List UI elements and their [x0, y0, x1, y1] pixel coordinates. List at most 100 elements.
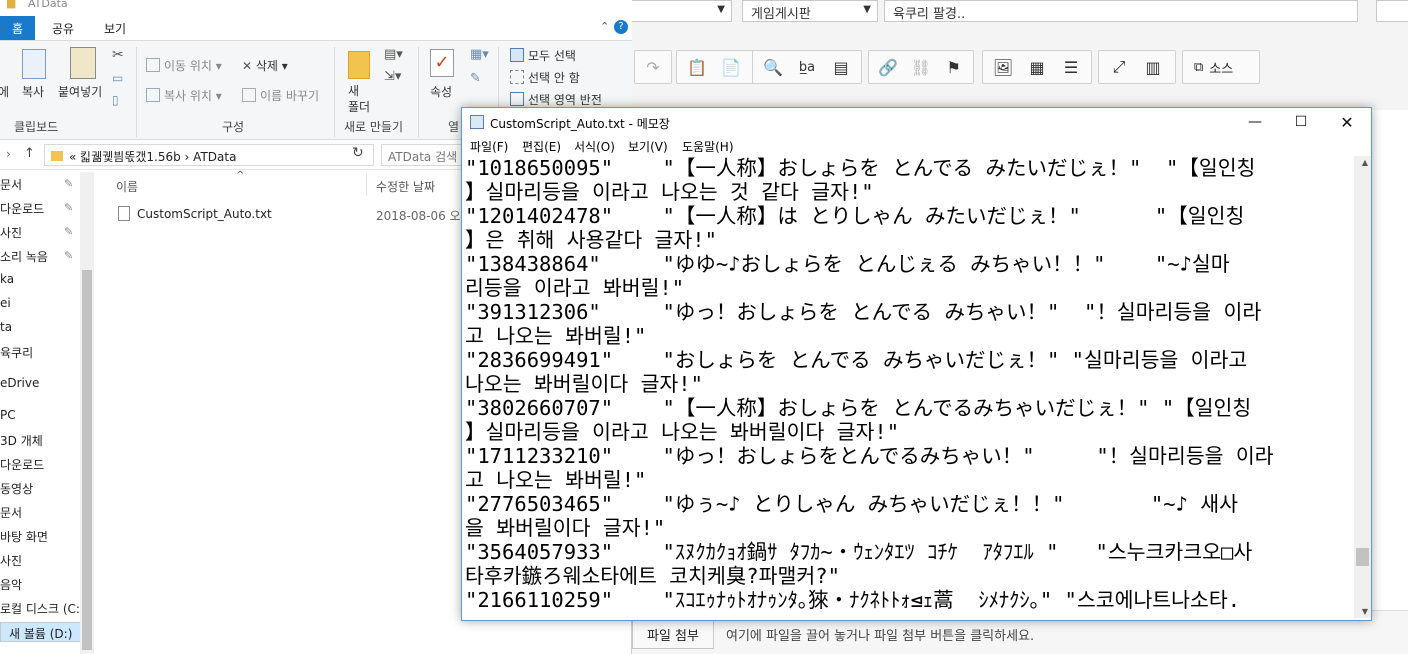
notepad-text-area[interactable]: "1018650095" "【一人称】おしょらを とんでる みたいだじぇ！" "…	[464, 156, 1352, 618]
attach-file-button[interactable]: 파일 첨부	[632, 619, 714, 649]
spellcheck-icon[interactable]: ▤	[826, 53, 856, 81]
editor-right-control[interactable]	[1376, 0, 1408, 22]
up-arrow-icon[interactable]: ↑	[24, 146, 35, 161]
nav-item[interactable]: 사진 ✎	[0, 224, 90, 244]
notepad-line: 】실마리등을 이라고 나오는 것 같다 글자!"	[465, 180, 874, 204]
close-icon[interactable]: ✕	[1324, 108, 1370, 136]
menu-view[interactable]: 보기(V)	[628, 138, 668, 155]
nav-item[interactable]: 사진	[0, 552, 90, 572]
column-name[interactable]: 이름	[116, 178, 138, 195]
maximize-icon[interactable]: ☐	[1278, 108, 1324, 136]
tab-share[interactable]: 공유	[40, 16, 86, 41]
properties-icon: ✓	[430, 49, 454, 77]
notepad-line: 타후카鏃ろ웨소타에트 코치케臭?파맬커?"	[465, 564, 840, 588]
nav-item[interactable]: 다운로드	[0, 456, 90, 476]
nav-scrollbar-thumb[interactable]	[82, 270, 92, 650]
tab-view[interactable]: 보기	[92, 16, 138, 41]
notepad-titlebar[interactable]: CustomScript_Auto.txt - 메모장 — ☐ ✕	[462, 108, 1371, 136]
nav-item[interactable]: 문서	[0, 504, 90, 524]
nav-item[interactable]: 3D 개체	[0, 432, 90, 452]
menu-format[interactable]: 서식(O)	[574, 138, 615, 155]
notepad-line: "1018650095" "【一人称】おしょらを とんでる みたいだじぇ！" "…	[465, 156, 1256, 180]
new-folder-icon	[348, 51, 370, 79]
refresh-icon[interactable]: ↻	[352, 145, 364, 161]
scroll-down-icon[interactable]: ▼	[1362, 607, 1368, 616]
help-icon[interactable]: ?	[614, 20, 628, 34]
back-arrow-icon[interactable]: ›	[6, 147, 11, 161]
nav-item[interactable]: 로컬 디스크 (C:)	[0, 600, 90, 620]
new-item-icon[interactable]: ▤▾	[384, 47, 403, 62]
menu-help[interactable]: 도움말(H)	[682, 138, 734, 155]
menu-edit[interactable]: 편집(E)	[522, 138, 561, 155]
nav-item[interactable]: eDrive	[0, 376, 90, 396]
properties-button[interactable]: 속성	[430, 83, 452, 100]
paste-text-icon[interactable]: 📄	[716, 53, 746, 81]
breadcrumb[interactable]: « 킯궮궻븸똓갰1.56b › ATData	[44, 144, 374, 166]
maximize-icon[interactable]: ⤢	[1104, 53, 1134, 81]
post-title-input[interactable]: 육쿠리 팔경..	[884, 0, 1358, 22]
easy-access-icon[interactable]: ⇲▾	[384, 69, 401, 84]
sort-up-icon: ^	[236, 170, 245, 181]
replace-icon[interactable]: b̲a	[792, 53, 822, 81]
anchor-flag-icon[interactable]: ⚑	[939, 53, 968, 81]
scroll-up-icon[interactable]: ▲	[1362, 158, 1368, 167]
notepad-line: 】은 취해 사용같다 글자!"	[465, 228, 717, 252]
redo-icon[interactable]: ↷	[640, 53, 666, 81]
notepad-line: "2776503465" "ゆぅ~♪ とりしゃん みちゃいだじぇ！！" "~♪ …	[465, 492, 1239, 516]
copy-button[interactable]: 복사	[22, 83, 44, 100]
file-modified: 2018-08-06 오	[376, 209, 461, 223]
delete-x-icon: ✕	[242, 59, 253, 73]
invert-selection-button[interactable]: 선택 영역 반전	[510, 91, 602, 108]
notepad-menubar: 파일(F) 편집(E) 서식(O) 보기(V) 도움말(H)	[462, 136, 1371, 156]
blocks-icon[interactable]: ▥	[1138, 53, 1168, 81]
editor-select-blank[interactable]: ▼	[626, 0, 732, 22]
paste-button[interactable]: 붙여넣기	[58, 83, 102, 100]
category-select[interactable]: 게임게시판 ▼	[742, 0, 878, 22]
select-none-button[interactable]: 선택 안 함	[510, 69, 580, 86]
paste-icon[interactable]: 📋	[682, 53, 712, 81]
nav-item[interactable]: PC	[0, 408, 90, 428]
source-button[interactable]: ⧉ 소스	[1188, 53, 1239, 81]
nav-item[interactable]: 다운로드 ✎	[0, 200, 90, 220]
tab-home[interactable]: 홈	[0, 16, 36, 41]
notepad-line: "1201402478" "【一人称】は とりしゃん みたいだじぇ！" "【일인…	[465, 204, 1245, 228]
notepad-line: "391312306" "ゆっ！おしょらを とんでる みちゃい！" "！실마리등…	[465, 300, 1262, 324]
collapse-ribbon-icon[interactable]: ⌃	[600, 20, 609, 33]
image-icon[interactable]: 🖼	[988, 53, 1018, 81]
link-icon[interactable]: 🔗	[874, 53, 903, 81]
menu-file[interactable]: 파일(F)	[470, 138, 508, 155]
table-icon[interactable]: ▦	[1022, 53, 1052, 81]
nav-item[interactable]: 동영상	[0, 480, 90, 500]
rename-icon	[242, 88, 256, 102]
rename-button[interactable]: 이름 바꾸기	[242, 87, 319, 104]
copy-to-button[interactable]: 복사 위치 ▾	[146, 87, 222, 104]
nav-item[interactable]: 소리 녹음 ✎	[0, 248, 90, 268]
nav-item[interactable]: ka	[0, 272, 90, 292]
group-organize: 구성	[222, 120, 245, 134]
open-icon[interactable]: ▦▾	[470, 47, 489, 62]
nav-item[interactable]: ei	[0, 296, 90, 316]
nav-item[interactable]: 육쿠리	[0, 344, 90, 364]
nav-item[interactable]: 문서 ✎	[0, 176, 90, 196]
toolbar-links: 🔗 ⛓ ⚑	[868, 50, 974, 84]
editor-scrollbar[interactable]	[1368, 110, 1408, 610]
horizontal-rule-icon[interactable]: ☰	[1056, 53, 1086, 81]
edit-icon[interactable]: ✎	[470, 71, 481, 86]
group-open: 열	[448, 120, 460, 134]
nav-item[interactable]: 바탕 화면	[0, 528, 90, 548]
nav-item-selected[interactable]: 새 볼륨 (D:)	[0, 622, 90, 642]
paste-shortcut-icon[interactable]: ▯	[112, 93, 119, 107]
minimize-icon[interactable]: —	[1232, 108, 1278, 136]
move-to-button[interactable]: 이동 위치 ▾	[146, 57, 222, 74]
column-modified[interactable]: 수정한 날짜	[376, 178, 435, 195]
new-folder-button[interactable]: 새 폴더	[348, 83, 370, 115]
cut-icon[interactable]: ✂	[112, 47, 124, 63]
copy-path-icon[interactable]: ▭	[112, 71, 123, 85]
notepad-scrollbar-thumb[interactable]	[1356, 548, 1369, 566]
search-icon[interactable]: 🔍	[758, 53, 788, 81]
unlink-icon[interactable]: ⛓	[907, 53, 936, 81]
select-all-button[interactable]: 모두 선택	[510, 47, 576, 64]
nav-item[interactable]: 음악	[0, 576, 90, 596]
nav-item[interactable]: ta	[0, 320, 90, 340]
delete-button[interactable]: ✕ 삭제 ▾	[242, 57, 288, 74]
